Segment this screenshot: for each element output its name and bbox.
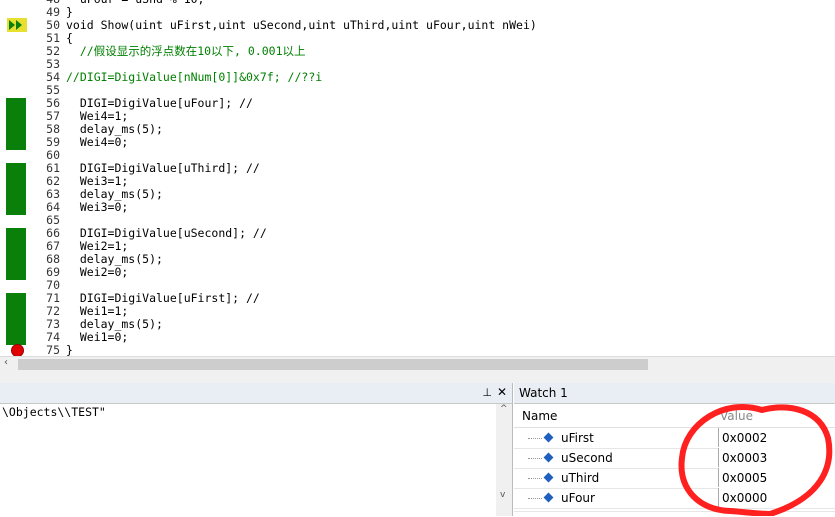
coverage-marker <box>6 176 26 189</box>
coverage-marker <box>6 228 26 241</box>
pin-icon[interactable]: ⊥ <box>482 386 492 399</box>
code-text: //假设显示的浮点数在10以下, 0.001以上 <box>66 44 306 58</box>
coverage-marker <box>6 98 26 111</box>
output-text: \Objects\\TEST" <box>2 405 106 419</box>
horizontal-scroll-thumb[interactable] <box>18 359 648 370</box>
output-panel-header: ⊥ ✕ <box>0 383 512 404</box>
editor-horizontal-scrollbar[interactable]: ‹ <box>0 356 835 373</box>
watch-var-name: uThird <box>561 471 600 485</box>
output-panel: ⊥ ✕ \Objects\\TEST" ^ v <box>0 383 513 516</box>
code-text: Wei2=0; <box>66 265 129 279</box>
breakpoint-icon[interactable] <box>11 344 24 356</box>
watch-var-name: uSecond <box>561 451 613 465</box>
annotation-circle <box>678 403 833 516</box>
output-vertical-scrollbar[interactable]: ^ v <box>496 404 512 516</box>
coverage-marker <box>6 137 26 150</box>
code-text: uFour = uSnd % 10; <box>66 0 205 6</box>
coverage-marker <box>6 319 26 332</box>
watch-col-name[interactable]: Name <box>522 405 557 427</box>
code-text: Wei3=0; <box>66 200 129 214</box>
coverage-marker <box>6 189 26 202</box>
code-text: Wei4=0; <box>66 135 129 149</box>
tree-line <box>528 438 542 439</box>
splitter[interactable] <box>0 373 835 383</box>
tree-line <box>528 458 542 459</box>
code-text: //DIGI=DigiValue[nNum[0]]&0x7f; //??i <box>66 70 323 84</box>
current-line-arrow-icon <box>7 18 27 32</box>
scroll-down-icon[interactable]: v <box>500 490 505 500</box>
watch-var-name: uFour <box>561 491 595 505</box>
coverage-marker <box>6 306 26 319</box>
code-text: Wei1=0; <box>66 330 129 344</box>
close-icon[interactable]: ✕ <box>497 385 507 399</box>
coverage-marker <box>6 111 26 124</box>
variable-icon <box>543 472 554 483</box>
code-text: } <box>66 343 73 357</box>
variable-icon <box>543 432 554 443</box>
watch-var-name: uFirst <box>561 431 594 445</box>
code-text: void Show(uint uFirst,uint uSecond,uint … <box>66 18 537 32</box>
coverage-marker <box>6 124 26 137</box>
tree-line <box>528 498 542 499</box>
coverage-marker <box>6 254 26 267</box>
code-editor[interactable]: 48 uFour = uSnd % 10;49}50void Show(uint… <box>0 0 835 356</box>
coverage-marker <box>6 293 26 306</box>
coverage-marker <box>6 267 26 280</box>
line-number: 75 <box>46 343 60 357</box>
coverage-marker <box>6 202 26 215</box>
tree-line <box>528 478 542 479</box>
variable-icon <box>543 452 554 463</box>
coverage-marker <box>6 241 26 254</box>
coverage-marker <box>6 163 26 176</box>
scroll-left-icon[interactable]: ‹ <box>4 357 8 368</box>
scroll-up-icon[interactable]: ^ <box>500 404 508 414</box>
variable-icon <box>543 492 554 503</box>
